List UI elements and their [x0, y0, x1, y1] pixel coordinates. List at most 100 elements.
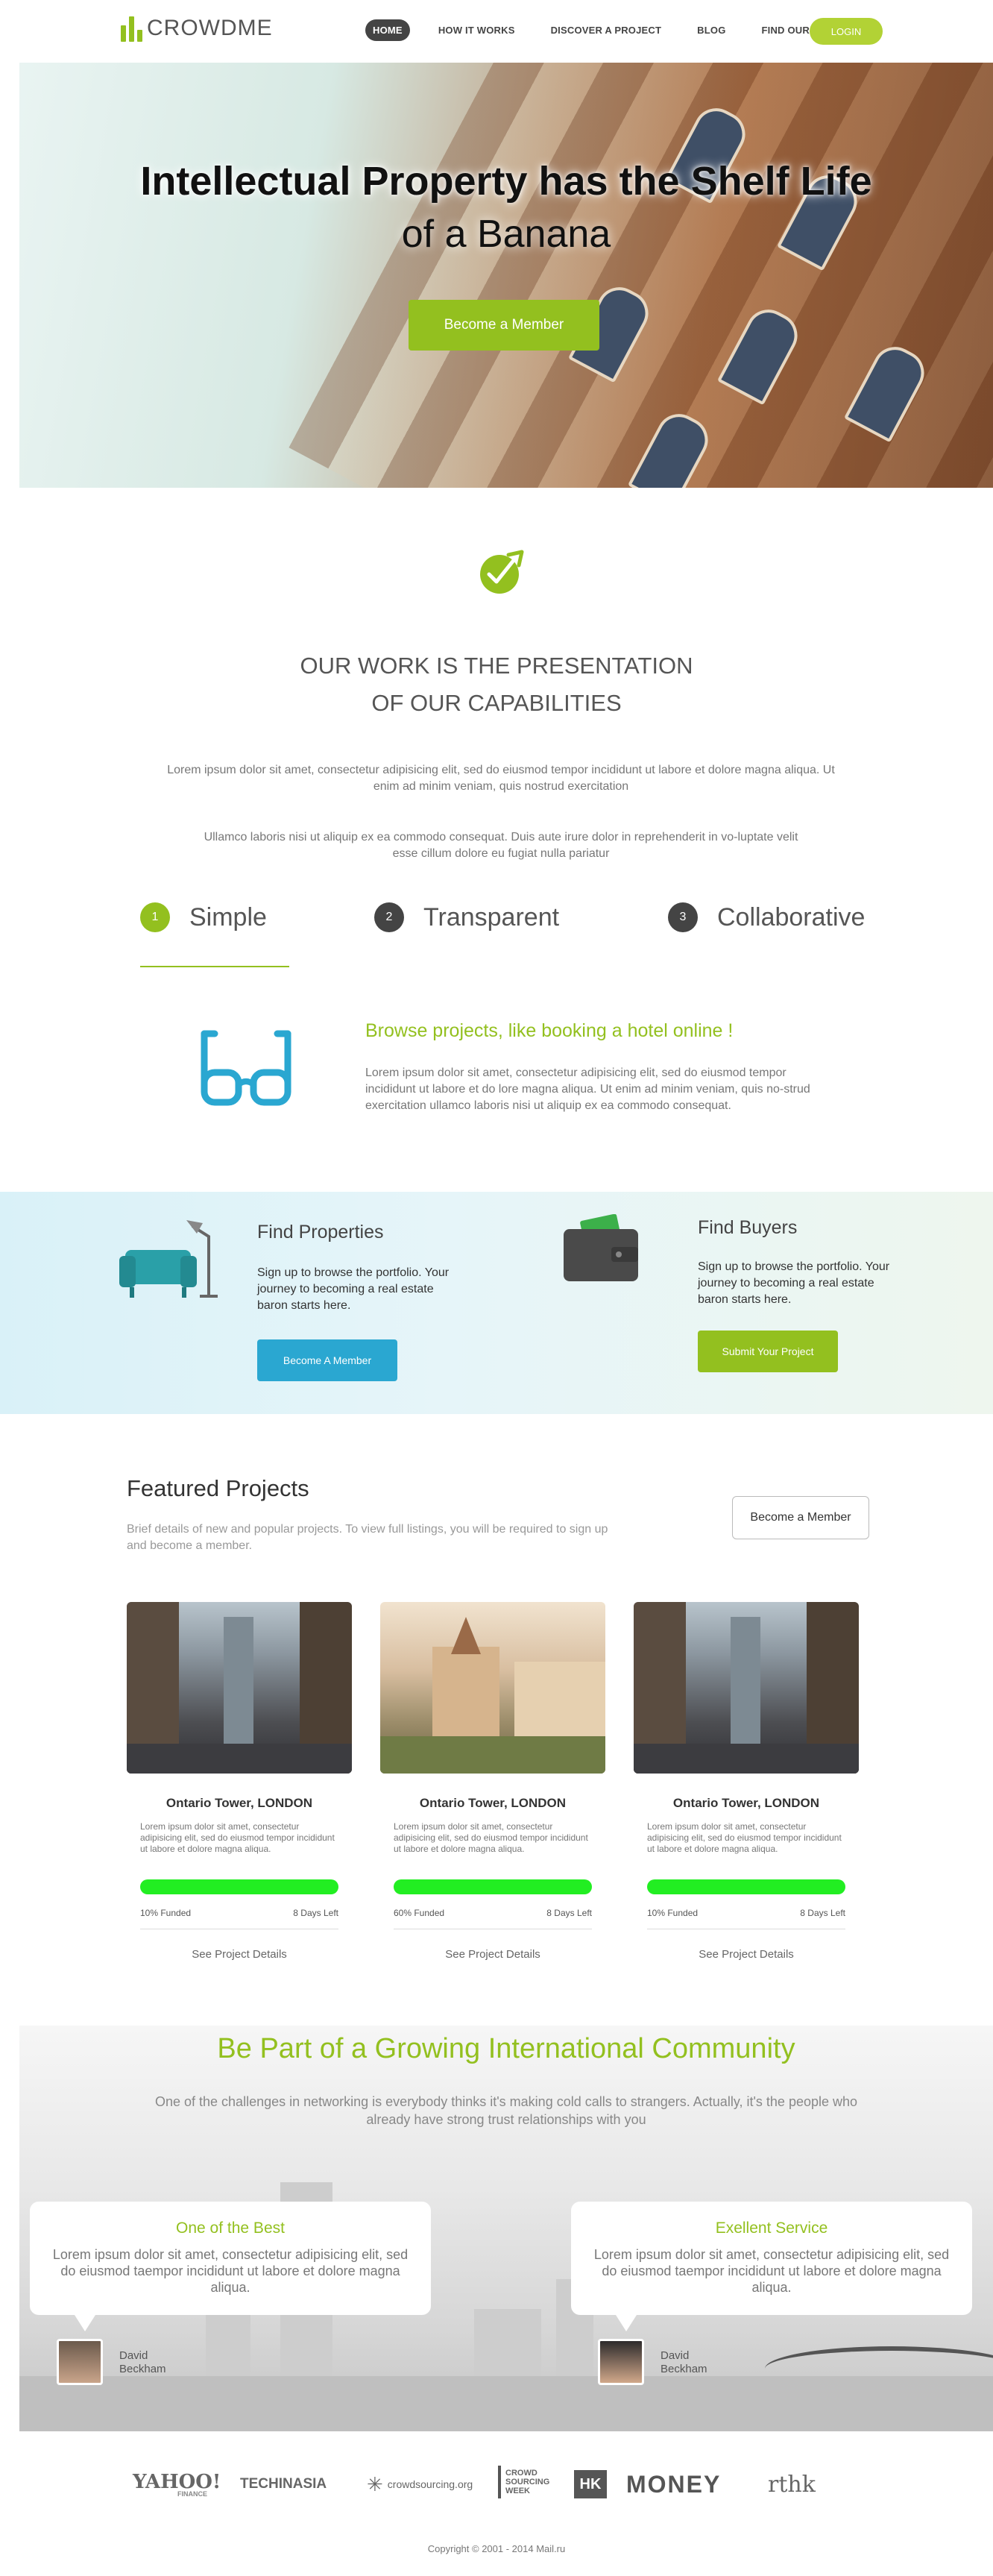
hero-subtitle: of a Banana — [401, 213, 611, 256]
project-text: Lorem ipsum dolor sit amet, consectetur … — [394, 1821, 588, 1854]
find-band: Find Properties Sign up to browse the po… — [0, 1192, 993, 1414]
tab-transparent[interactable]: 2 Transparent — [374, 902, 559, 932]
tab-simple[interactable]: 1 Simple — [140, 902, 267, 932]
logo[interactable]: CROWDME — [121, 13, 273, 43]
featured-become-member-button[interactable]: Become a Member — [732, 1496, 869, 1539]
project-text: Lorem ipsum dolor sit amet, consectetur … — [140, 1821, 335, 1854]
work-title-line1: OUR WORK IS THE PRESENTATION — [300, 653, 693, 679]
crowdsourcing-week-logo[interactable]: CROWD SOURCING WEEK — [498, 2466, 555, 2498]
testimonial-name: David Beckham — [119, 2349, 166, 2375]
techinasia-logo[interactable]: TECHINASIA — [240, 2466, 327, 2503]
hk-text: HK — [579, 2475, 602, 2492]
project-funded: 10% Funded — [140, 1908, 192, 1918]
growth-chart-icon — [480, 550, 524, 594]
project-title: Ontario Tower, LONDON — [166, 1796, 313, 1810]
step-number: 2 — [374, 902, 404, 932]
wallet-icon — [564, 1214, 638, 1281]
project-image[interactable] — [127, 1602, 352, 1774]
work-paragraph-2: Ullamco laboris nisi ut aliquip ex ea co… — [204, 831, 798, 860]
step-label: Collaborative — [717, 902, 866, 932]
hero-title: Intellectual Property has the Shelf Life — [140, 159, 872, 204]
hero-banner: Intellectual Property has the Shelf Life… — [19, 63, 993, 488]
hk-logo[interactable]: HK — [574, 2470, 607, 2498]
nav-blog[interactable]: BLOG — [690, 19, 733, 41]
rthk-logo[interactable]: rthk — [768, 2466, 816, 2503]
submit-project-button[interactable]: Submit Your Project — [698, 1331, 838, 1372]
copyright: Copyright © 2001 - 2014 Mail.ru — [427, 2543, 566, 2554]
techinasia-text: TECHINASIA — [240, 2476, 327, 2492]
project-progress-bar — [140, 1879, 338, 1894]
see-project-details-link[interactable]: See Project Details — [634, 1948, 859, 1961]
testimonial-name: David Beckham — [661, 2349, 707, 2375]
nav-how-it-works[interactable]: HOW IT WORKS — [431, 19, 523, 41]
crowdsourcing-text: crowdsourcing.org — [387, 2478, 473, 2490]
project-days-left: 8 Days Left — [546, 1908, 592, 1918]
community-section: Be Part of a Growing International Commu… — [19, 2026, 993, 2431]
featured-title: Featured Projects — [127, 1475, 309, 1501]
project-days-left: 8 Days Left — [800, 1908, 845, 1918]
project-progress-bar — [394, 1879, 592, 1894]
main-nav: HOME HOW IT WORKS DISCOVER A PROJECT BLO… — [365, 19, 850, 41]
rthk-text: rthk — [768, 2471, 816, 2498]
featured-description: Brief details of new and popular project… — [127, 1523, 608, 1552]
avatar — [57, 2339, 103, 2385]
find-buyers-title: Find Buyers — [698, 1217, 798, 1238]
browse-title: Browse projects, like booking a hotel on… — [365, 1020, 734, 1041]
testimonial-text: Lorem ipsum dolor sit amet, consectetur … — [52, 2247, 409, 2295]
testimonial-title: Exellent Service — [715, 2220, 828, 2237]
project-title: Ontario Tower, LONDON — [672, 1796, 820, 1810]
project-funded: 10% Funded — [647, 1908, 699, 1918]
logo-text: CROWDME — [147, 16, 273, 40]
avatar — [598, 2339, 644, 2385]
project-card: Ontario Tower, LONDON Lorem ipsum dolor … — [380, 1602, 605, 1975]
work-title-line2: OF OUR CAPABILITIES — [371, 690, 622, 716]
press-logos: YAHOO! FINANCE TECHINASIA ✳ crowdsourcin… — [0, 2466, 993, 2503]
become-member-button[interactable]: Become a Member — [409, 300, 599, 351]
community-text: One of the challenges in networking is e… — [154, 2094, 858, 2127]
find-properties-title: Find Properties — [257, 1222, 384, 1243]
project-image[interactable] — [380, 1602, 605, 1774]
page: CROWDME HOME HOW IT WORKS DISCOVER A PRO… — [0, 0, 993, 2576]
testimonial-text: Lorem ipsum dolor sit amet, consectetur … — [593, 2247, 950, 2295]
tab-collaborative[interactable]: 3 Collaborative — [668, 902, 865, 932]
find-buyers-text: Sign up to browse the portfolio. Your jo… — [698, 1260, 890, 1306]
find-properties-text: Sign up to browse the portfolio. Your jo… — [257, 1266, 450, 1312]
project-title: Ontario Tower, LONDON — [419, 1796, 567, 1810]
become-a-member-button[interactable]: Become A Member — [257, 1339, 397, 1381]
logo-bars-icon — [121, 15, 142, 42]
testimonial-card: Exellent Service Lorem ipsum dolor sit a… — [571, 2202, 972, 2331]
testimonial-title: One of the Best — [176, 2220, 285, 2237]
glasses-icon — [201, 1030, 291, 1106]
work-paragraph-1: Lorem ipsum dolor sit amet, consectetur … — [167, 764, 835, 793]
step-number: 3 — [668, 902, 698, 932]
see-project-details-link[interactable]: See Project Details — [380, 1948, 605, 1961]
active-tab-indicator — [140, 966, 289, 967]
project-image[interactable] — [634, 1602, 859, 1774]
nav-home[interactable]: HOME — [365, 19, 410, 41]
project-text: Lorem ipsum dolor sit amet, consectetur … — [647, 1821, 842, 1854]
crowdsourcing-week-text: CROWD SOURCING WEEK — [505, 2469, 550, 2495]
crowdsourcing-logo[interactable]: ✳ crowdsourcing.org — [367, 2466, 473, 2503]
testimonial-card: One of the Best Lorem ipsum dolor sit am… — [30, 2202, 431, 2331]
project-card: Ontario Tower, LONDON Lorem ipsum dolor … — [127, 1602, 352, 1975]
site-header: CROWDME HOME HOW IT WORKS DISCOVER A PRO… — [0, 0, 993, 63]
step-label: Transparent — [423, 902, 560, 932]
community-title: Be Part of a Growing International Commu… — [217, 2033, 795, 2064]
step-label: Simple — [189, 902, 267, 932]
step-number: 1 — [140, 902, 170, 932]
project-funded: 60% Funded — [394, 1908, 445, 1918]
money-logo[interactable]: MONEY — [626, 2466, 721, 2503]
project-card: Ontario Tower, LONDON Lorem ipsum dolor … — [634, 1602, 859, 1975]
money-text: MONEY — [626, 2470, 722, 2498]
armchair-lamp-icon — [119, 1220, 218, 1298]
nav-discover-project[interactable]: DISCOVER A PROJECT — [543, 19, 669, 41]
work-title: OUR WORK IS THE PRESENTATION OF OUR CAPA… — [0, 647, 993, 722]
login-button[interactable]: LOGIN — [810, 18, 883, 45]
steps-tabs: 1 Simple 2 Transparent 3 Collaborative — [0, 902, 993, 947]
project-days-left: 8 Days Left — [293, 1908, 338, 1918]
yahoo-finance-logo[interactable]: YAHOO! FINANCE — [133, 2466, 221, 2503]
see-project-details-link[interactable]: See Project Details — [127, 1948, 352, 1961]
bridge-shape — [765, 2346, 993, 2391]
project-progress-bar — [647, 1879, 845, 1894]
browse-text: Lorem ipsum dolor sit amet, consectetur … — [365, 1066, 810, 1112]
